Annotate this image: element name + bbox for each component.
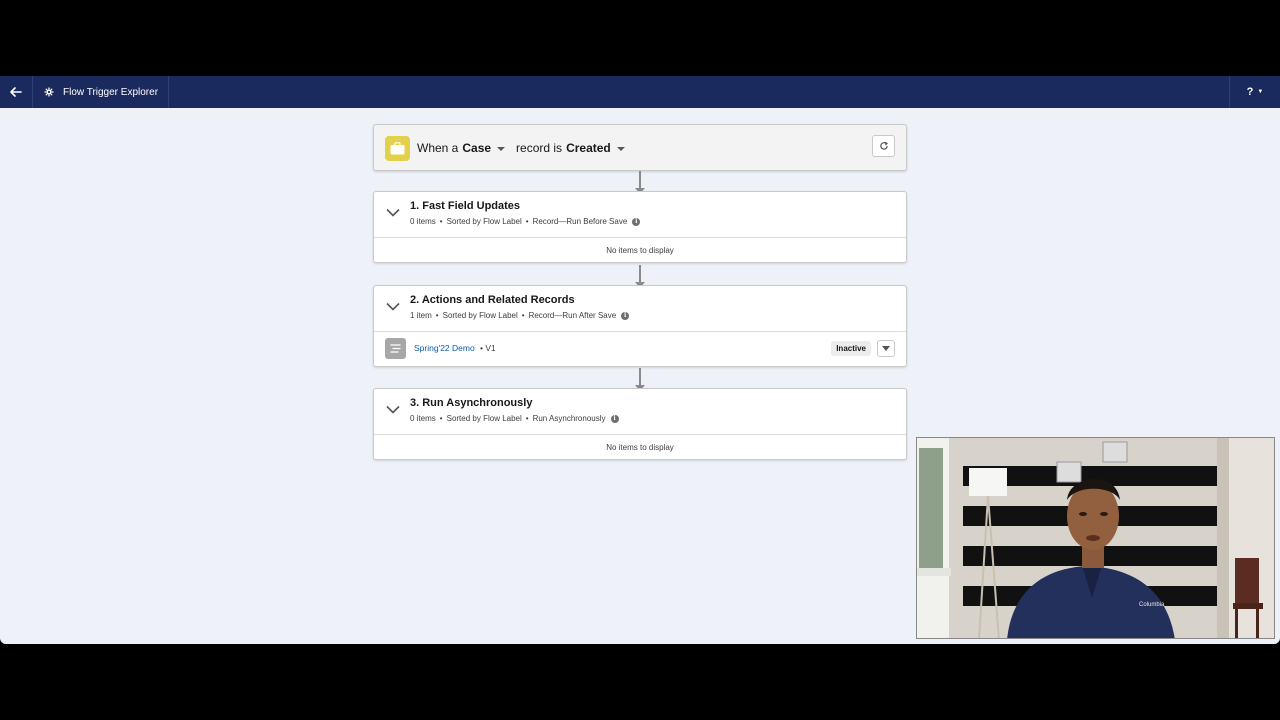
- object-picker-caret-icon[interactable]: [497, 146, 506, 151]
- empty-state-text: No items to display: [606, 442, 674, 452]
- section-card-async: 3. Run Asynchronously 0 items • Sorted b…: [373, 388, 907, 460]
- back-button[interactable]: [0, 76, 33, 108]
- connector-arrow: [635, 171, 645, 194]
- briefcase-icon: [385, 136, 410, 161]
- meta-separator: •: [439, 217, 443, 226]
- sort-text: Sorted by Flow Label: [446, 414, 522, 423]
- event-picker-value[interactable]: Created: [566, 141, 611, 155]
- section-card-after-save: 2. Actions and Related Records 1 item • …: [373, 285, 907, 367]
- section-header[interactable]: 3. Run Asynchronously 0 items • Sorted b…: [374, 389, 906, 435]
- section-title: 3. Run Asynchronously: [410, 397, 533, 409]
- empty-state-text: No items to display: [606, 245, 674, 255]
- svg-text:Columbia: Columbia: [1139, 602, 1165, 608]
- connector-arrow: [635, 265, 645, 288]
- item-count: 0 items: [410, 414, 436, 423]
- arrow-left-icon: [10, 87, 22, 97]
- section-meta: 1 item • Sorted by Flow Label • Record—R…: [410, 311, 630, 320]
- chevron-down-icon[interactable]: [386, 405, 400, 414]
- chevron-down-icon[interactable]: [386, 302, 400, 311]
- meta-separator: •: [435, 311, 439, 320]
- run-context: Record—Run Before Save: [532, 217, 628, 226]
- object-picker-value[interactable]: Case: [462, 141, 491, 155]
- meta-separator: •: [439, 414, 443, 423]
- sort-text: Sorted by Flow Label: [446, 217, 522, 226]
- caret-down-icon: [882, 346, 890, 351]
- section-meta: 0 items • Sorted by Flow Label • Run Asy…: [410, 414, 619, 423]
- section-header[interactable]: 2. Actions and Related Records 1 item • …: [374, 286, 906, 332]
- event-picker-caret-icon[interactable]: [616, 146, 625, 151]
- refresh-button[interactable]: [872, 135, 895, 157]
- refresh-icon: [879, 141, 888, 150]
- connector-arrow: [635, 368, 645, 391]
- run-context: Record—Run After Save: [528, 311, 617, 320]
- meta-separator: •: [525, 217, 529, 226]
- flow-list-item: Spring'22 Demo • V1 Inactive: [374, 332, 906, 366]
- app-header: Flow Trigger Explorer ? ▼: [0, 76, 1280, 108]
- help-icon: ?: [1246, 86, 1254, 98]
- section-title: 1. Fast Field Updates: [410, 200, 521, 212]
- presenter-webcam-video: Columbia: [916, 437, 1275, 639]
- app-title-tab[interactable]: Flow Trigger Explorer: [34, 76, 170, 108]
- info-icon[interactable]: i: [621, 311, 630, 320]
- chevron-down-icon[interactable]: [386, 208, 400, 217]
- sort-text: Sorted by Flow Label: [442, 311, 518, 320]
- item-count: 1 item: [410, 311, 432, 320]
- trigger-prefix: When a: [417, 140, 459, 155]
- trigger-sentence: When a Case record is Created: [417, 125, 636, 170]
- flow-gear-icon: [44, 87, 54, 97]
- section-meta: 0 items • Sorted by Flow Label • Record—…: [410, 217, 641, 226]
- presenter-video-frame: Columbia: [917, 438, 1274, 638]
- flow-version: • V1: [480, 343, 496, 353]
- flow-icon: [385, 338, 406, 359]
- info-icon[interactable]: i: [610, 414, 619, 423]
- status-badge: Inactive: [831, 341, 871, 356]
- flow-link[interactable]: Spring'22 Demo: [414, 343, 475, 353]
- flow-row-menu-button[interactable]: [877, 340, 895, 357]
- help-menu-button[interactable]: ? ▼: [1229, 76, 1280, 108]
- meta-separator: •: [521, 311, 525, 320]
- info-icon[interactable]: i: [632, 217, 641, 226]
- meta-separator: •: [525, 414, 529, 423]
- run-context: Run Asynchronously: [532, 414, 606, 423]
- caret-down-icon: ▼: [1257, 89, 1264, 95]
- app-title: Flow Trigger Explorer: [63, 86, 159, 98]
- trigger-header: When a Case record is Created: [373, 124, 907, 171]
- section-header[interactable]: 1. Fast Field Updates 0 items • Sorted b…: [374, 192, 906, 238]
- section-title: 2. Actions and Related Records: [410, 294, 575, 306]
- item-count: 0 items: [410, 217, 436, 226]
- trigger-middle-text: record is: [516, 140, 563, 155]
- section-card-before-save: 1. Fast Field Updates 0 items • Sorted b…: [373, 191, 907, 263]
